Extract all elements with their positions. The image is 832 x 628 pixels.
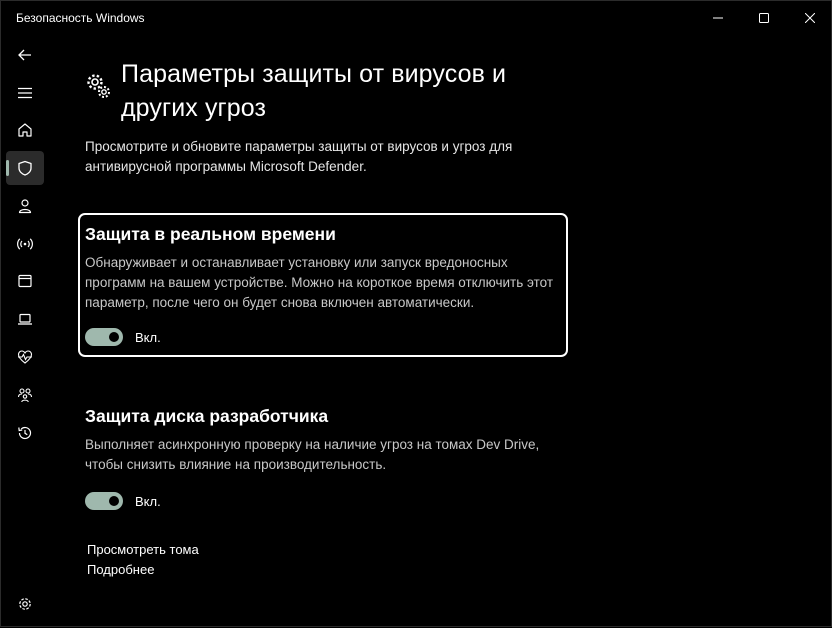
gears-icon	[87, 74, 110, 98]
settings-gear-icon	[19, 598, 31, 610]
realtime-protection-section: Защита в реальном времени Обнаруживает и…	[85, 223, 565, 313]
toggle-knob	[109, 332, 119, 342]
maximize-icon	[759, 13, 769, 23]
dev-drive-protection-toggle[interactable]	[85, 492, 123, 510]
history-icon	[18, 426, 32, 440]
sidebar-item-device-security[interactable]	[6, 302, 44, 336]
realtime-protection-toggle-row: Вкл.	[85, 328, 161, 346]
sidebar-item-device-health[interactable]	[6, 340, 44, 374]
realtime-protection-description: Обнаруживает и останавливает установку и…	[85, 255, 553, 310]
dev-drive-protection-title: Защита диска разработчика	[85, 406, 329, 426]
app-browser-icon	[18, 274, 32, 288]
toggle-knob	[109, 496, 119, 506]
hamburger-menu-icon	[18, 87, 32, 99]
app-window: Безопасность Windows Параметры защиты от…	[0, 0, 832, 627]
laptop-icon	[18, 313, 32, 325]
sidebar-item-virus-protection[interactable]	[6, 151, 44, 185]
more-info-link[interactable]: Подробнее	[87, 562, 154, 577]
sidebar-item-protection-history[interactable]	[6, 416, 44, 450]
page-description: Просмотрите и обновите параметры защиты …	[85, 139, 513, 174]
person-icon	[18, 199, 32, 214]
back-arrow-icon	[18, 49, 31, 61]
realtime-protection-title: Защита в реальном времени	[85, 224, 336, 244]
window-title: Безопасность Windows	[16, 11, 145, 25]
main-content: Параметры защиты от вирусов и других угр…	[49, 35, 832, 628]
heart-pulse-icon	[17, 350, 33, 364]
close-button[interactable]	[787, 1, 832, 35]
dev-drive-toggle-row: Вкл.	[85, 492, 161, 510]
maximize-button[interactable]	[741, 1, 787, 35]
wireless-icon	[17, 238, 33, 250]
home-icon	[18, 123, 32, 137]
sidebar-item-settings[interactable]	[6, 587, 44, 621]
minimize-button[interactable]	[695, 1, 741, 35]
selection-indicator	[6, 160, 9, 176]
dev-drive-toggle-label: Вкл.	[135, 493, 161, 509]
sidebar-item-account-protection[interactable]	[6, 189, 44, 223]
realtime-protection-toggle[interactable]	[85, 328, 123, 346]
close-icon	[805, 13, 815, 23]
realtime-protection-toggle-label: Вкл.	[135, 329, 161, 345]
minimize-icon	[713, 17, 723, 19]
navigation-sidebar	[1, 35, 49, 628]
back-button[interactable]	[6, 38, 44, 72]
sidebar-item-firewall[interactable]	[6, 227, 44, 261]
dev-drive-protection-section: Защита диска разработчика Выполняет асин…	[85, 405, 565, 475]
dev-drive-protection-description: Выполняет асинхронную проверку на наличи…	[85, 437, 540, 472]
sidebar-item-app-browser-control[interactable]	[6, 264, 44, 298]
title-bar: Безопасность Windows	[1, 1, 832, 35]
menu-button[interactable]	[6, 76, 44, 110]
page-title: Параметры защиты от вирусов и других угр…	[121, 60, 507, 122]
sidebar-item-home[interactable]	[6, 113, 44, 147]
view-volumes-link[interactable]: Просмотреть тома	[87, 542, 199, 557]
shield-icon	[18, 160, 32, 176]
sidebar-item-family-options[interactable]	[6, 378, 44, 412]
family-icon	[17, 388, 33, 403]
